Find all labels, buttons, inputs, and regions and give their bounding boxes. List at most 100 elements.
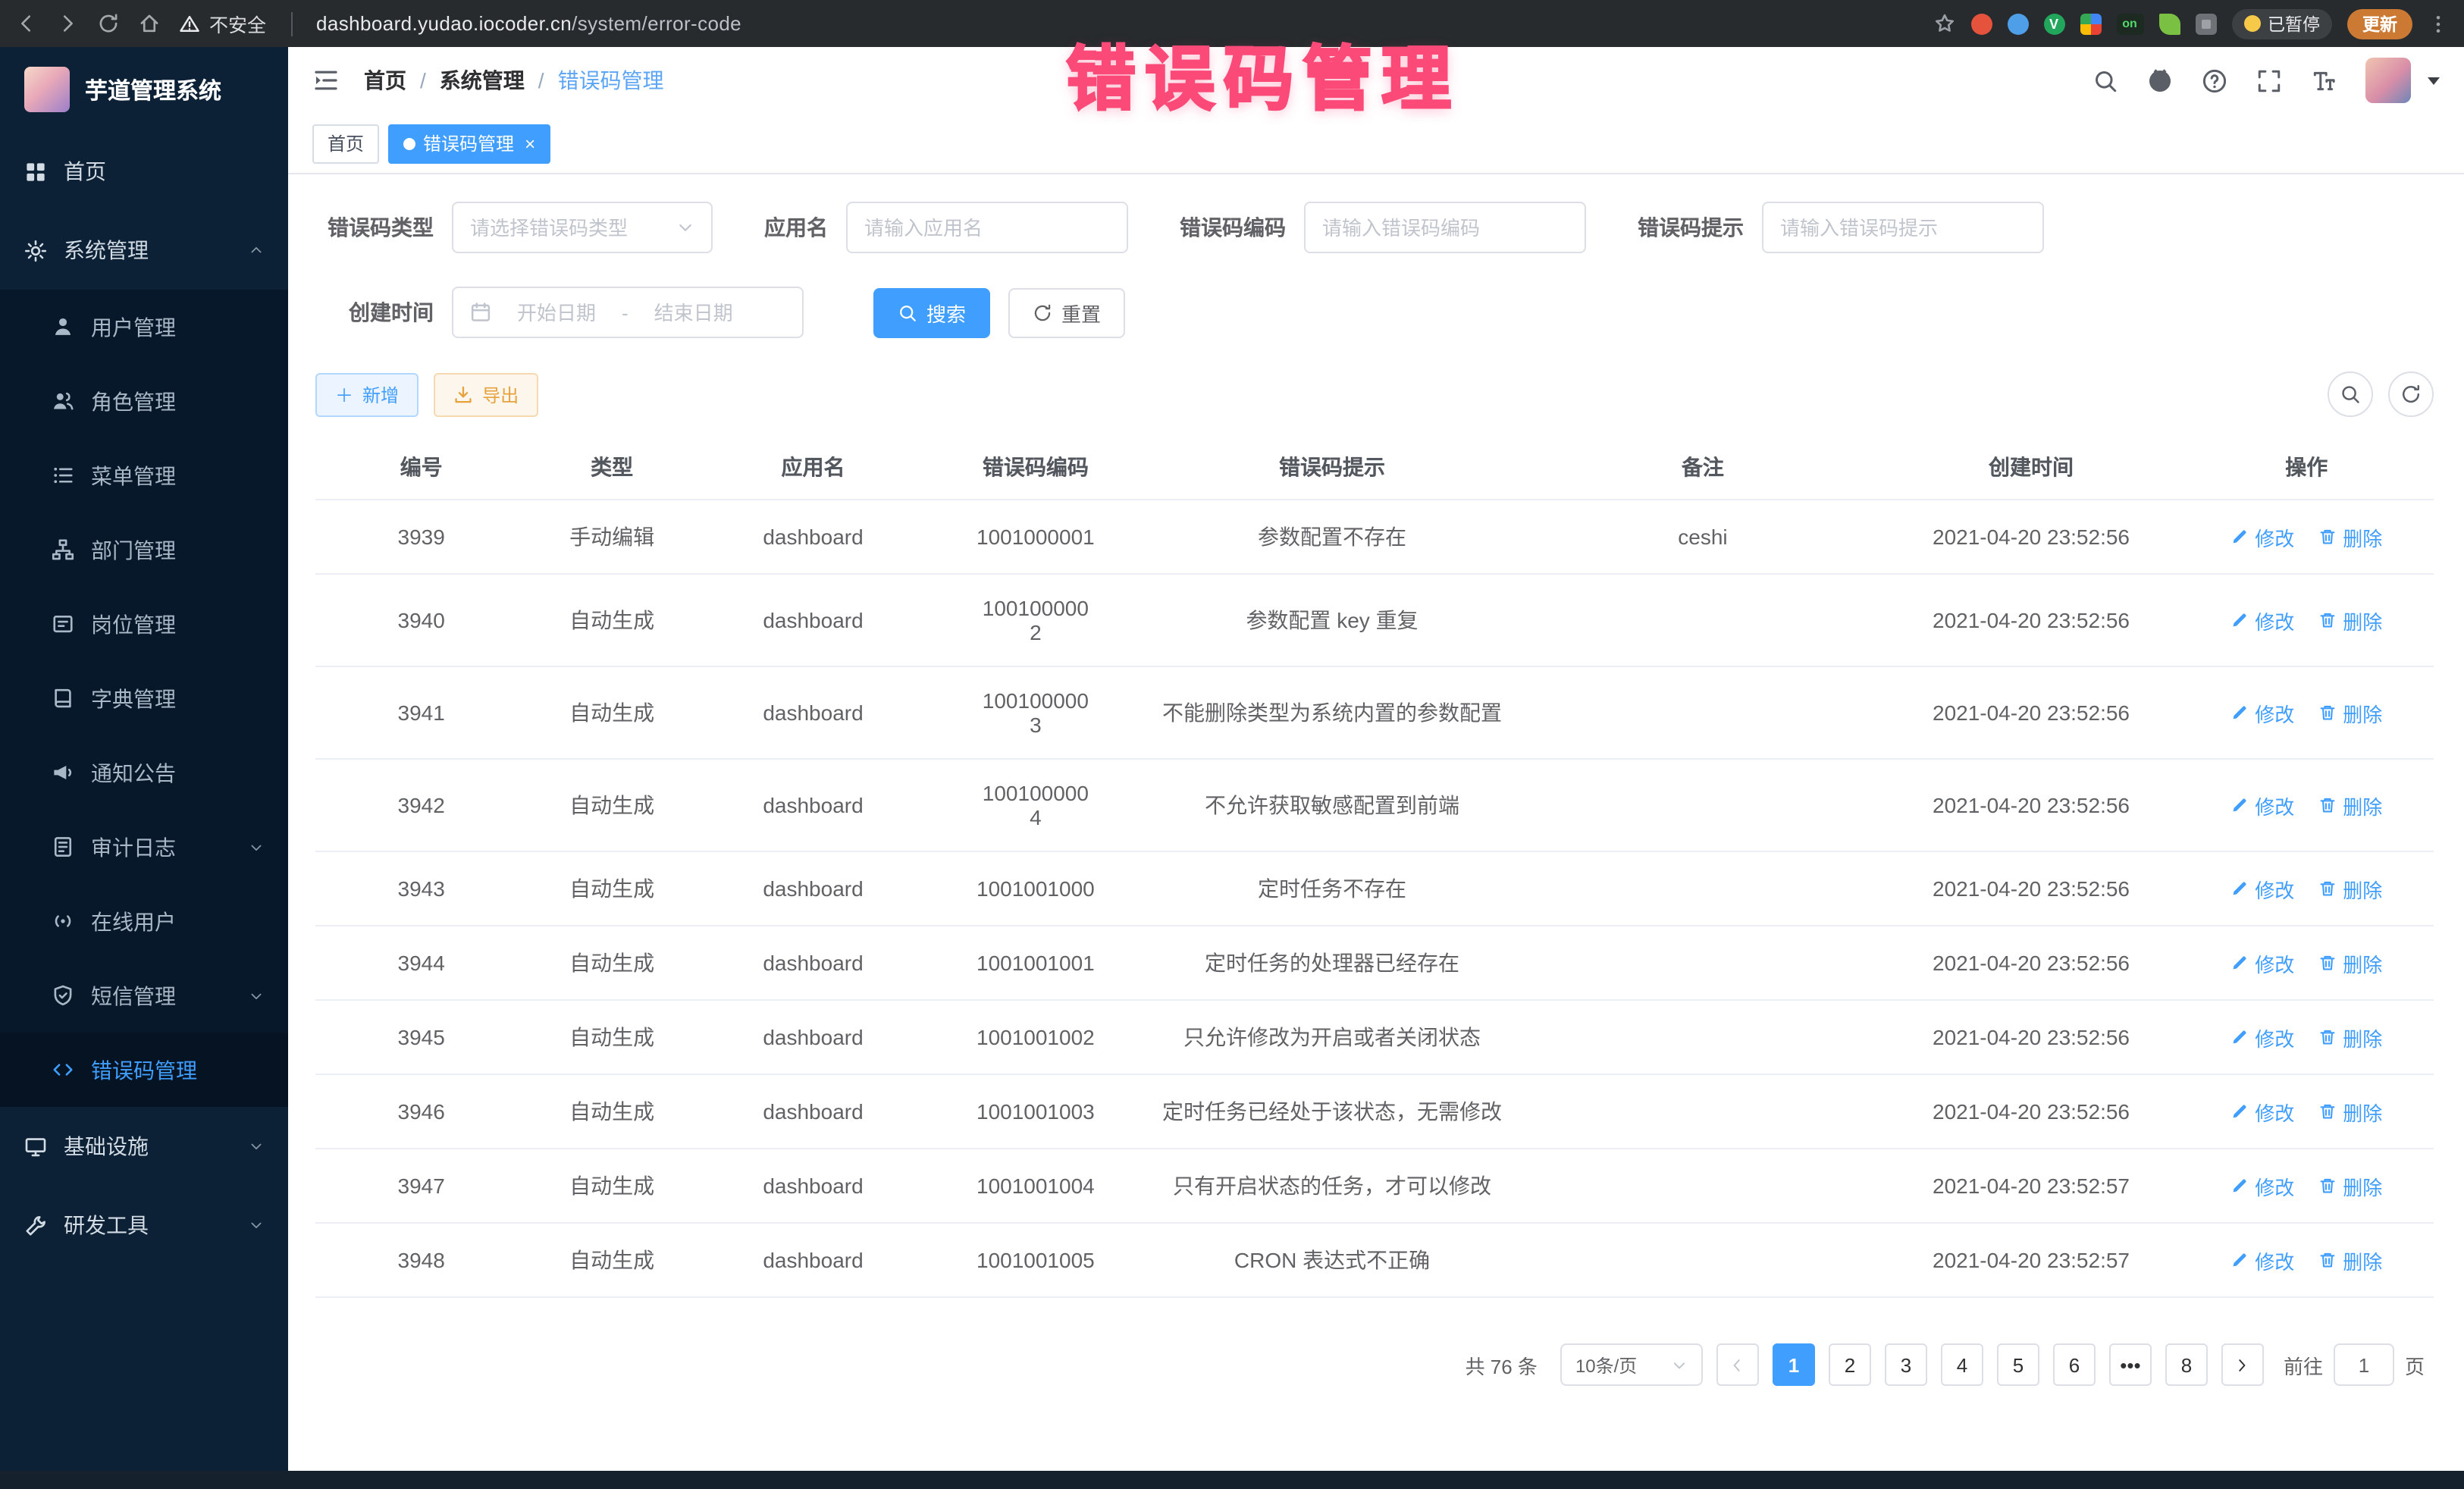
edit-link[interactable]: 修改 — [2230, 1246, 2294, 1274]
page-button-1[interactable]: 1 — [1773, 1343, 1815, 1386]
browser-back-icon[interactable] — [15, 12, 38, 35]
next-page-button[interactable] — [2221, 1343, 2264, 1386]
page-button-6[interactable]: 6 — [2053, 1343, 2096, 1386]
sidebar-item-roles[interactable]: 角色管理 — [0, 364, 288, 438]
delete-link[interactable]: 删除 — [2318, 522, 2382, 551]
cell-code: 1001001002 — [929, 1000, 1141, 1074]
add-button[interactable]: ＋ 新增 — [315, 372, 419, 416]
breadcrumb-home[interactable]: 首页 — [364, 65, 406, 96]
edit-link[interactable]: 修改 — [2230, 1097, 2294, 1126]
page-button-4[interactable]: 4 — [1941, 1343, 1983, 1386]
error-hint-field[interactable] — [1762, 202, 2044, 253]
record-icon[interactable] — [1970, 13, 1992, 34]
breadcrumb-system[interactable]: 系统管理 — [440, 65, 525, 96]
prev-page-button[interactable] — [1716, 1343, 1759, 1386]
browser-home-icon[interactable] — [138, 12, 161, 35]
reset-button[interactable]: 重置 — [1008, 287, 1125, 337]
edit-link[interactable]: 修改 — [2230, 1171, 2294, 1200]
delete-link[interactable]: 删除 — [2318, 1097, 2382, 1126]
sidebar-item-notices[interactable]: 通知公告 — [0, 735, 288, 810]
sidebar-item-dicts[interactable]: 字典管理 — [0, 661, 288, 735]
sidebar-item-sms[interactable]: 短信管理 — [0, 958, 288, 1033]
font-size-icon[interactable] — [2311, 67, 2337, 93]
paused-badge[interactable]: 已暂停 — [2231, 8, 2332, 39]
start-date-input[interactable] — [500, 301, 613, 324]
delete-link[interactable]: 删除 — [2318, 791, 2382, 820]
edit-link[interactable]: 修改 — [2230, 948, 2294, 977]
cell-hint: 定时任务不存在 — [1142, 851, 1523, 926]
sidebar-item-infrastructure[interactable]: 基础设施 — [0, 1107, 288, 1186]
sidebar-item-departments[interactable]: 部门管理 — [0, 513, 288, 587]
delete-link[interactable]: 删除 — [2318, 1023, 2382, 1052]
edit-link[interactable]: 修改 — [2230, 606, 2294, 635]
error-code-field[interactable] — [1304, 202, 1586, 253]
leaf-icon[interactable] — [2158, 13, 2180, 34]
fullscreen-icon[interactable] — [2256, 67, 2282, 93]
sidebar-item-posts[interactable]: 岗位管理 — [0, 587, 288, 661]
browser-reload-icon[interactable] — [97, 12, 120, 35]
address-bar[interactable]: dashboard.yudao.iocoder.cn/system/error-… — [316, 12, 741, 35]
export-button[interactable]: 导出 — [434, 372, 538, 416]
browser-menu-icon[interactable] — [2428, 13, 2449, 34]
drop-icon[interactable] — [2007, 13, 2028, 34]
delete-link[interactable]: 删除 — [2318, 1171, 2382, 1200]
bookmark-star-icon[interactable] — [1933, 12, 1955, 35]
sidebar-item-menus[interactable]: 菜单管理 — [0, 438, 288, 513]
cell-id: 3940 — [315, 574, 527, 666]
sidebar-item-audit-logs[interactable]: 审计日志 — [0, 810, 288, 884]
cell-code: 1001000003 — [929, 666, 1141, 759]
delete-link[interactable]: 删除 — [2318, 948, 2382, 977]
edit-link[interactable]: 修改 — [2230, 698, 2294, 727]
page-size-select[interactable]: 10条/页 — [1560, 1343, 1703, 1386]
page-button-8[interactable]: 8 — [2165, 1343, 2208, 1386]
sidebar-item-dev-tools[interactable]: 研发工具 — [0, 1186, 288, 1265]
hamburger-icon[interactable] — [312, 67, 340, 94]
grid-icon[interactable] — [2080, 13, 2101, 34]
chevron-down-icon — [1671, 1356, 1688, 1373]
delete-link[interactable]: 删除 — [2318, 874, 2382, 903]
delete-link[interactable]: 删除 — [2318, 606, 2382, 635]
browser-forward-icon[interactable] — [56, 12, 79, 35]
refresh-table-button[interactable] — [2388, 371, 2434, 417]
on-badge-icon[interactable]: on — [2116, 13, 2143, 34]
v-icon[interactable]: V — [2043, 13, 2064, 34]
search-button[interactable]: 搜索 — [873, 287, 990, 337]
update-button[interactable]: 更新 — [2347, 8, 2412, 39]
delete-link[interactable]: 删除 — [2318, 698, 2382, 727]
error-type-select-input[interactable] — [470, 216, 667, 239]
page-button-5[interactable]: 5 — [1997, 1343, 2039, 1386]
edit-link[interactable]: 修改 — [2230, 1023, 2294, 1052]
sidebar-item-home[interactable]: 首页 — [0, 132, 288, 211]
app-name-input[interactable] — [864, 216, 1110, 239]
caret-down-icon[interactable] — [2428, 77, 2440, 84]
sidebar-item-online-users[interactable]: 在线用户 — [0, 884, 288, 958]
delete-link[interactable]: 删除 — [2318, 1246, 2382, 1274]
error-hint-input[interactable] — [1780, 216, 2026, 239]
goto-page-input[interactable] — [2334, 1343, 2394, 1386]
sidebar-item-users[interactable]: 用户管理 — [0, 290, 288, 364]
security-indicator[interactable]: 不安全 — [179, 9, 266, 38]
github-icon[interactable] — [2147, 67, 2173, 93]
search-icon[interactable] — [2093, 67, 2118, 93]
close-icon[interactable]: × — [525, 134, 535, 152]
date-range-picker[interactable]: - — [452, 287, 804, 338]
toggle-search-button[interactable] — [2328, 371, 2373, 417]
page-button-3[interactable]: 3 — [1885, 1343, 1927, 1386]
page-button-•••[interactable]: ••• — [2109, 1343, 2152, 1386]
tab-home[interactable]: 首页 — [312, 124, 379, 163]
edit-link[interactable]: 修改 — [2230, 791, 2294, 820]
app-name-field[interactable] — [846, 202, 1128, 253]
end-date-input[interactable] — [638, 301, 750, 324]
page-button-2[interactable]: 2 — [1829, 1343, 1871, 1386]
edit-link[interactable]: 修改 — [2230, 522, 2294, 551]
edit-link[interactable]: 修改 — [2230, 874, 2294, 903]
user-avatar[interactable] — [2365, 58, 2411, 103]
sidebar-item-error-codes[interactable]: 错误码管理 — [0, 1033, 288, 1107]
error-code-input[interactable] — [1322, 216, 1568, 239]
help-icon[interactable] — [2202, 67, 2227, 93]
error-type-select[interactable] — [452, 202, 713, 253]
filter-app-name: 应用名 — [764, 202, 1128, 253]
tab-error-code[interactable]: 错误码管理× — [388, 124, 550, 163]
sidebar-item-system[interactable]: 系统管理 — [0, 211, 288, 290]
puzzle-icon[interactable] — [2195, 13, 2216, 34]
